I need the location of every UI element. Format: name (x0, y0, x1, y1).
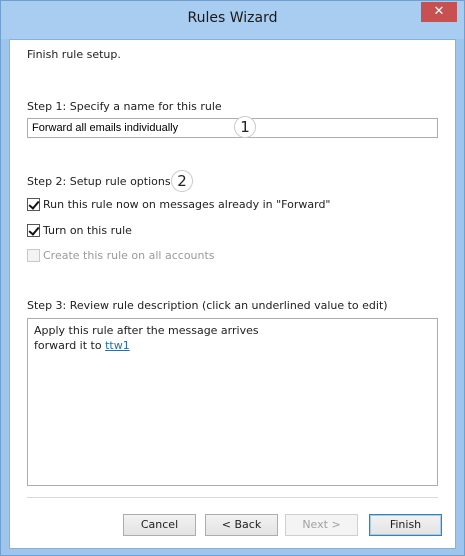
all-accounts-checkbox (27, 248, 40, 262)
all-accounts-label: Create this rule on all accounts (43, 248, 215, 262)
step3-label: Step 3: Review rule description (click a… (27, 299, 388, 312)
window-title: Rules Wizard (187, 10, 278, 26)
cancel-button[interactable]: Cancel (123, 514, 196, 536)
finish-button[interactable]: Finish (369, 514, 442, 536)
title-bar: Rules Wizard ✕ (1, 1, 464, 39)
back-button[interactable]: < Back (205, 514, 278, 536)
description-line-2-text: forward it to (34, 339, 106, 352)
next-button: Next > (285, 514, 358, 536)
description-line-1: Apply this rule after the message arrive… (34, 324, 259, 337)
run-now-label: Run this rule now on messages already in… (43, 197, 331, 211)
close-button[interactable]: ✕ (421, 2, 457, 22)
option-run-now[interactable]: Run this rule now on messages already in… (27, 196, 330, 212)
rule-description-box: Apply this rule after the message arrive… (27, 318, 438, 486)
rule-name-input[interactable] (27, 118, 438, 138)
close-icon: ✕ (433, 4, 445, 19)
option-all-accounts: Create this rule on all accounts (27, 247, 215, 263)
wizard-content: Finish rule setup. Step 1: Specify a nam… (9, 39, 456, 549)
step2-label: Step 2: Setup rule options (27, 175, 171, 188)
rules-wizard-window: Rules Wizard ✕ Finish rule setup. Step 1… (0, 0, 465, 556)
description-line-2: forward it to ttw1 (34, 338, 431, 353)
step2-badge: 2 (171, 170, 193, 192)
run-now-checkbox[interactable] (27, 197, 40, 211)
intro-text: Finish rule setup. (27, 48, 121, 61)
turn-on-checkbox[interactable] (27, 223, 40, 237)
step1-badge: 1 (234, 116, 256, 138)
step1-label: Step 1: Specify a name for this rule (27, 100, 222, 113)
option-turn-on[interactable]: Turn on this rule (27, 222, 132, 238)
forward-recipient-link[interactable]: ttw1 (105, 339, 130, 352)
button-divider (27, 497, 438, 498)
turn-on-label: Turn on this rule (43, 223, 132, 237)
